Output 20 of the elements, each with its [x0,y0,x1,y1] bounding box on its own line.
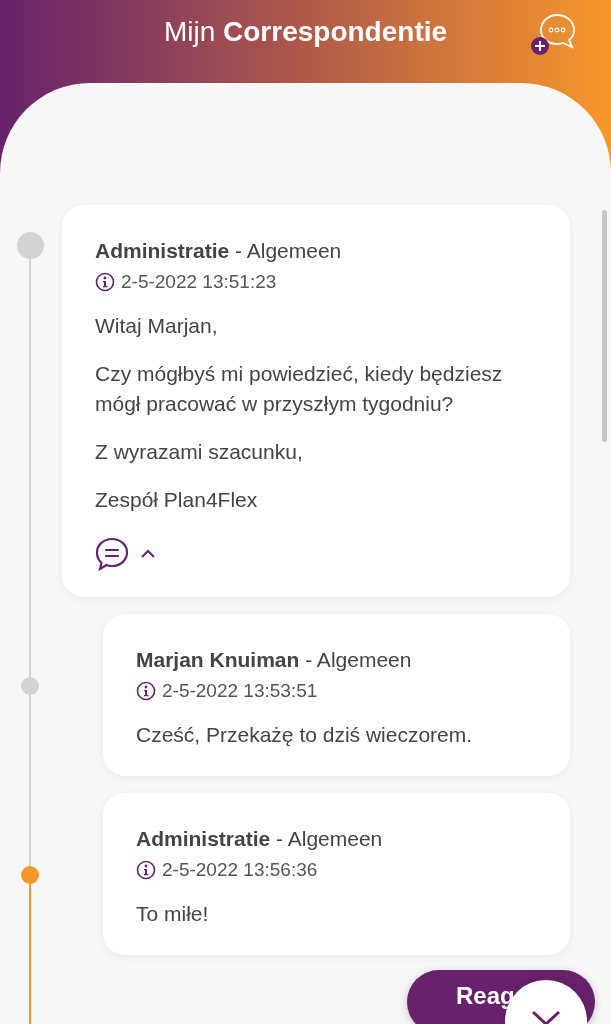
chevron-down-icon [531,1010,561,1024]
comment-icon[interactable] [95,537,130,571]
message-text: Czy mógłbyś mi powiedzieć, kiedy będziesz mógł pracować w przyszłym tygodniu? [95,361,504,417]
info-icon [136,681,156,701]
timestamp: 2-5-2022 13:56:36 [162,859,318,881]
message-heading: Administratie - Algemeen [95,239,343,263]
message-text: Z wyrazami szacunku, [95,439,304,465]
info-icon [95,272,115,292]
message-text: To miłe! [136,901,210,927]
info-icon [136,860,156,880]
message-text: Witaj Marjan, [95,313,219,339]
page-title: Mijn Correspondentie [163,16,448,48]
chevron-up-icon[interactable] [140,549,156,559]
message-text: Cześć, Przekażę to dziś wieczorem. [136,722,474,748]
message-heading: Marjan Knuiman - Algemeen [136,648,413,672]
timestamp: 2-5-2022 13:51:23 [121,271,277,293]
message-heading: Administratie - Algemeen [136,827,384,851]
message-text: Zespół Plan4Flex [95,487,259,513]
timestamp: 2-5-2022 13:53:51 [162,680,318,702]
scrollbar[interactable] [602,210,607,442]
